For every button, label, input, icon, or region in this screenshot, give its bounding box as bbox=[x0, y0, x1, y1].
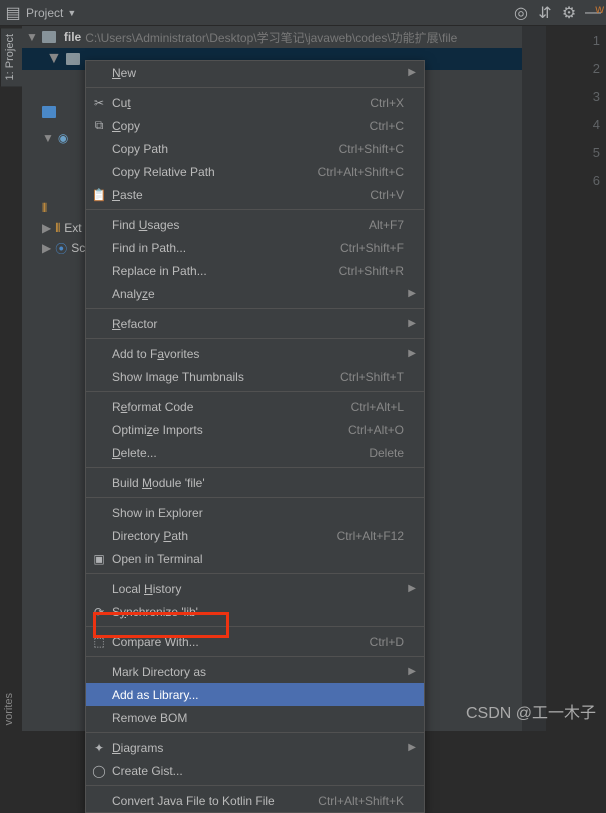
menu-convert-kotlin[interactable]: Convert Java File to Kotlin FileCtrl+Alt… bbox=[86, 789, 424, 812]
github-icon: ◯ bbox=[91, 764, 107, 778]
copy-icon: ⧉ bbox=[91, 118, 107, 133]
menu-create-gist[interactable]: ◯Create Gist... bbox=[86, 759, 424, 782]
menu-optimize-imports[interactable]: Optimize ImportsCtrl+Alt+O bbox=[86, 418, 424, 441]
chevron-right-icon: ▶ bbox=[408, 288, 416, 299]
menu-separator bbox=[86, 338, 424, 339]
line-number: 3 bbox=[546, 82, 606, 110]
menu-build-module[interactable]: Build Module 'file' bbox=[86, 471, 424, 494]
menu-show-explorer[interactable]: Show in Explorer bbox=[86, 501, 424, 524]
menu-separator bbox=[86, 209, 424, 210]
menu-open-terminal[interactable]: ▣Open in Terminal bbox=[86, 547, 424, 570]
line-number: 5 bbox=[546, 138, 606, 166]
collapse-icon[interactable]: ⇵ bbox=[538, 6, 552, 20]
editor-line-numbers: 1 2 3 4 5 6 bbox=[546, 26, 606, 731]
diff-icon: ⬚ bbox=[91, 635, 107, 649]
diagram-icon: ✦ bbox=[91, 741, 107, 755]
menu-synchronize[interactable]: ⟳Synchronize 'lib' bbox=[86, 600, 424, 623]
paste-icon: 📋 bbox=[91, 188, 107, 202]
menu-replace-in-path[interactable]: Replace in Path...Ctrl+Shift+R bbox=[86, 259, 424, 282]
menu-separator bbox=[86, 497, 424, 498]
chevron-right-icon: ▶ bbox=[408, 666, 416, 677]
project-tool-tab[interactable]: 1: Project bbox=[0, 28, 22, 86]
watermark: CSDN @工一木子 bbox=[466, 699, 596, 723]
project-dropdown[interactable]: Project ▼ bbox=[26, 6, 76, 20]
menu-paste[interactable]: 📋PasteCtrl+V bbox=[86, 183, 424, 206]
root-folder-path: C:\Users\Administrator\Desktop\学习笔记\java… bbox=[85, 29, 457, 46]
cut-icon: ✂ bbox=[91, 96, 107, 110]
menu-separator bbox=[86, 308, 424, 309]
editor-tab-partial: w bbox=[595, 2, 604, 16]
menu-analyze[interactable]: Analyze▶ bbox=[86, 282, 424, 305]
chevron-right-icon: ▶ bbox=[408, 348, 416, 359]
root-folder-name: file bbox=[64, 30, 81, 44]
folder-icon bbox=[42, 31, 56, 43]
menu-copy-path[interactable]: Copy PathCtrl+Shift+C bbox=[86, 137, 424, 160]
menu-add-as-library[interactable]: Add as Library... bbox=[86, 683, 424, 706]
menu-directory-path[interactable]: Directory PathCtrl+Alt+F12 bbox=[86, 524, 424, 547]
menu-copy[interactable]: ⧉CopyCtrl+C bbox=[86, 114, 424, 137]
menu-reformat[interactable]: Reformat CodeCtrl+Alt+L bbox=[86, 395, 424, 418]
menu-find-usages[interactable]: Find UsagesAlt+F7 bbox=[86, 213, 424, 236]
menu-find-in-path[interactable]: Find in Path...Ctrl+Shift+F bbox=[86, 236, 424, 259]
menu-delete[interactable]: Delete...Delete bbox=[86, 441, 424, 464]
menu-cut[interactable]: ✂CutCtrl+X bbox=[86, 91, 424, 114]
line-number: 4 bbox=[546, 110, 606, 138]
chevron-right-icon: ▶ bbox=[408, 742, 416, 753]
terminal-icon: ▣ bbox=[91, 552, 107, 566]
folder-icon bbox=[66, 53, 80, 65]
sync-icon: ⟳ bbox=[91, 605, 107, 619]
folder-icon bbox=[42, 106, 56, 118]
favorites-tool-tab[interactable]: vorites bbox=[0, 687, 22, 731]
menu-separator bbox=[86, 467, 424, 468]
line-number: 2 bbox=[546, 54, 606, 82]
menu-separator bbox=[86, 573, 424, 574]
menu-new[interactable]: New▶ bbox=[86, 61, 424, 84]
menu-local-history[interactable]: Local History▶ bbox=[86, 577, 424, 600]
menu-separator bbox=[86, 732, 424, 733]
menu-separator bbox=[86, 391, 424, 392]
menu-separator bbox=[86, 656, 424, 657]
top-toolbar: ▤ Project ▼ ◎ ⇵ ⚙ — bbox=[0, 0, 606, 26]
menu-show-thumbnails[interactable]: Show Image ThumbnailsCtrl+Shift+T bbox=[86, 365, 424, 388]
chevron-right-icon: ▶ bbox=[408, 583, 416, 594]
menu-diagrams[interactable]: ✦Diagrams▶ bbox=[86, 736, 424, 759]
gutter bbox=[522, 26, 546, 731]
menu-separator bbox=[86, 626, 424, 627]
project-icon: ▤ bbox=[6, 6, 20, 20]
menu-separator bbox=[86, 87, 424, 88]
menu-add-favorites[interactable]: Add to Favorites▶ bbox=[86, 342, 424, 365]
menu-compare-with[interactable]: ⬚Compare With...Ctrl+D bbox=[86, 630, 424, 653]
gear-icon[interactable]: ⚙ bbox=[562, 6, 576, 20]
chevron-right-icon: ▶ bbox=[408, 318, 416, 329]
chevron-right-icon: ▶ bbox=[408, 67, 416, 78]
context-menu: New▶ ✂CutCtrl+X ⧉CopyCtrl+C Copy PathCtr… bbox=[85, 60, 425, 813]
menu-separator bbox=[86, 785, 424, 786]
target-icon[interactable]: ◎ bbox=[514, 6, 528, 20]
menu-refactor[interactable]: Refactor▶ bbox=[86, 312, 424, 335]
menu-mark-directory[interactable]: Mark Directory as▶ bbox=[86, 660, 424, 683]
line-number: 1 bbox=[546, 26, 606, 54]
line-number: 6 bbox=[546, 166, 606, 194]
menu-copy-relative-path[interactable]: Copy Relative PathCtrl+Alt+Shift+C bbox=[86, 160, 424, 183]
menu-remove-bom[interactable]: Remove BOM bbox=[86, 706, 424, 729]
breadcrumb[interactable]: ▼ file C:\Users\Administrator\Desktop\学习… bbox=[22, 26, 522, 48]
